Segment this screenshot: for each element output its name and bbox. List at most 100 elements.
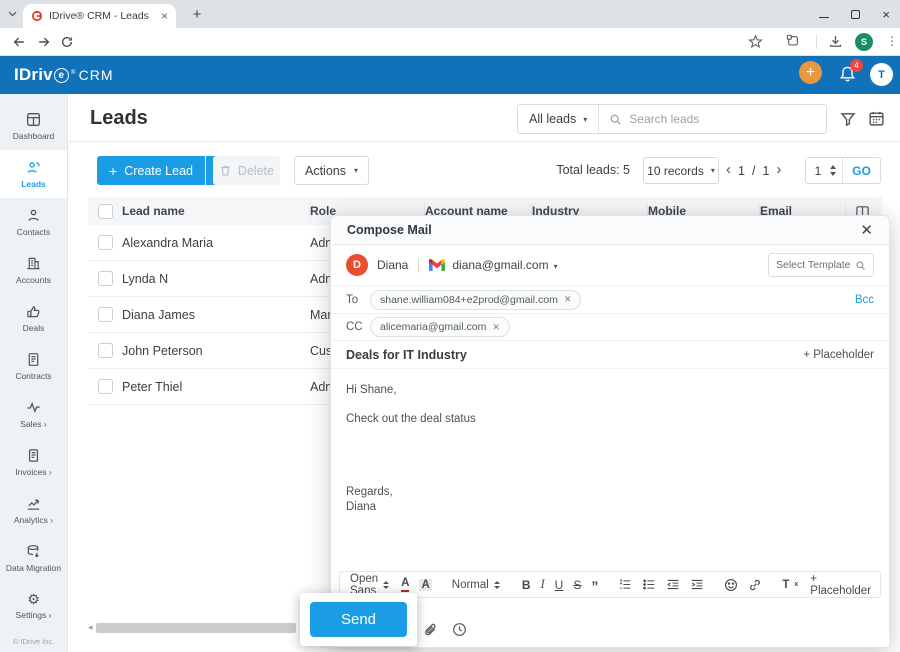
editor-add-placeholder-button[interactable]: + Placeholder — [810, 573, 871, 597]
italic-button[interactable]: I — [541, 577, 545, 592]
tab-search-chevron-icon[interactable] — [7, 8, 18, 19]
browser-toolbar: designdev.idrivecrm.com/app/leads S ⋮ — [0, 28, 900, 56]
sidebar-item-deals[interactable]: Deals — [0, 294, 67, 342]
underline-button[interactable]: U — [555, 578, 564, 592]
search-field[interactable] — [599, 105, 826, 133]
actions-button[interactable]: Actions ▾ — [294, 156, 369, 185]
user-avatar[interactable]: T — [870, 63, 893, 86]
bullet-list-button[interactable] — [642, 578, 656, 591]
browser-tab[interactable]: IDrive® CRM - Leads × — [23, 4, 176, 28]
emoji-button[interactable] — [724, 578, 738, 592]
forward-icon[interactable] — [37, 35, 51, 49]
calendar-icon[interactable] — [868, 110, 885, 127]
highlight-color-button[interactable]: A — [419, 579, 431, 591]
lead-name-cell: John Peterson — [122, 344, 310, 358]
sidebar-item-contacts[interactable]: Contacts — [0, 198, 67, 246]
sidebar-item-data-migration[interactable]: Data Migration — [0, 534, 67, 582]
close-icon[interactable]: × — [882, 8, 890, 21]
leads-view-dropdown[interactable]: All leads ▾ — [518, 105, 599, 133]
attach-icon[interactable] — [423, 622, 439, 639]
text-color-button[interactable]: A — [401, 577, 409, 591]
send-button[interactable]: Send — [310, 602, 407, 637]
download-icon[interactable] — [828, 34, 843, 49]
new-tab-button[interactable]: + — [188, 5, 206, 23]
ordered-list-button[interactable] — [618, 578, 632, 591]
delete-button[interactable]: Delete — [213, 156, 280, 185]
sidebar-item-invoices[interactable]: Invoices › — [0, 438, 67, 486]
back-icon[interactable] — [12, 35, 26, 49]
sidebar-item-contracts[interactable]: Contracts — [0, 342, 67, 390]
search-input[interactable] — [629, 112, 816, 126]
from-email-dropdown[interactable]: diana@gmail.com ▾ — [452, 258, 557, 272]
clear-format-button[interactable]: Tx — [782, 579, 798, 591]
strikethrough-button[interactable]: S — [573, 578, 581, 592]
indent-button[interactable] — [690, 578, 704, 591]
link-button[interactable] — [748, 578, 762, 592]
create-lead-button[interactable]: + Create Lead — [97, 156, 205, 185]
browser-tab-strip: IDrive® CRM - Leads × + × — [0, 0, 900, 28]
cc-row: CC alicemaria@gmail.com ✕ — [331, 314, 889, 341]
chevron-down-icon: ▾ — [711, 166, 715, 175]
sidebar-item-sales[interactable]: Sales › — [0, 390, 67, 438]
page-current: 1 — [738, 164, 745, 178]
toolbar-divider — [816, 35, 817, 49]
total-leads: Total leads: 5 — [530, 163, 630, 177]
plus-icon: + — [109, 164, 117, 178]
compose-close-icon[interactable]: ✕ — [860, 223, 873, 238]
sidebar-item-analytics[interactable]: Analytics › — [0, 486, 67, 534]
sidebar-item-accounts[interactable]: Accounts — [0, 246, 67, 294]
row-checkbox[interactable] — [98, 307, 113, 322]
contacts-icon — [26, 208, 41, 223]
horizontal-scrollbar[interactable]: ◂ — [88, 622, 296, 633]
next-page-icon[interactable]: › — [776, 162, 781, 177]
schedule-icon[interactable] — [452, 622, 467, 639]
select-template-field[interactable]: Select Template — [768, 253, 874, 277]
sidebar-item-settings[interactable]: ⚙ Settings › — [0, 582, 67, 630]
scrollbar-thumb[interactable] — [96, 623, 296, 633]
page-input[interactable] — [806, 164, 830, 178]
scroll-left-icon[interactable]: ◂ — [88, 622, 93, 633]
row-checkbox[interactable] — [98, 235, 113, 250]
tab-close-icon[interactable]: × — [161, 10, 168, 22]
bookmark-star-icon[interactable] — [748, 34, 763, 49]
filter-icon[interactable] — [840, 111, 856, 127]
chip-remove-icon[interactable]: ✕ — [492, 322, 500, 333]
row-checkbox[interactable] — [98, 379, 113, 394]
trash-icon — [219, 164, 232, 177]
subject-add-placeholder-link[interactable]: + Placeholder — [803, 349, 874, 361]
row-checkbox[interactable] — [98, 271, 113, 286]
to-recipient-chip[interactable]: shane.william084+e2prod@gmail.com ✕ — [370, 290, 581, 310]
bcc-link[interactable]: Bcc — [855, 294, 874, 306]
reload-icon[interactable] — [60, 35, 74, 49]
records-per-page-dropdown[interactable]: 10 records ▾ — [643, 157, 719, 184]
chevron-down-icon: ▾ — [583, 115, 587, 124]
browser-profile-avatar[interactable]: S — [855, 33, 873, 51]
select-all-checkbox[interactable] — [98, 204, 113, 219]
bold-button[interactable]: B — [522, 578, 531, 592]
extensions-icon[interactable] — [786, 34, 800, 48]
subject-input[interactable]: Deals for IT Industry — [346, 348, 467, 362]
cc-label: CC — [346, 321, 370, 333]
prev-page-icon[interactable]: ‹ — [726, 162, 731, 177]
outdent-button[interactable] — [666, 578, 680, 591]
minimize-icon[interactable] — [819, 17, 829, 18]
restore-icon[interactable] — [851, 10, 860, 19]
email-body-editor[interactable]: Hi Shane, Check out the deal status Rega… — [346, 383, 874, 514]
sidebar-item-dashboard[interactable]: Dashboard — [0, 102, 67, 150]
column-lead-name[interactable]: Lead name — [122, 203, 310, 219]
divider — [418, 258, 419, 273]
quick-add-button[interactable]: + — [799, 61, 822, 84]
cc-recipient-chip[interactable]: alicemaria@gmail.com ✕ — [370, 317, 510, 337]
row-checkbox[interactable] — [98, 343, 113, 358]
page-separator: / — [752, 164, 755, 178]
go-button[interactable]: GO — [842, 158, 880, 183]
menu-kebab-icon[interactable]: ⋮ — [886, 34, 898, 48]
chevron-down-icon: ▾ — [554, 262, 558, 271]
page-stepper[interactable] — [830, 165, 836, 176]
style-select[interactable]: Normal — [452, 579, 500, 591]
records-label: 10 records — [647, 164, 704, 178]
blockquote-button[interactable]: ” — [591, 582, 598, 590]
from-email: diana@gmail.com — [452, 258, 548, 272]
sidebar-item-leads[interactable]: Leads — [0, 150, 67, 198]
chip-remove-icon[interactable]: ✕ — [564, 294, 572, 305]
